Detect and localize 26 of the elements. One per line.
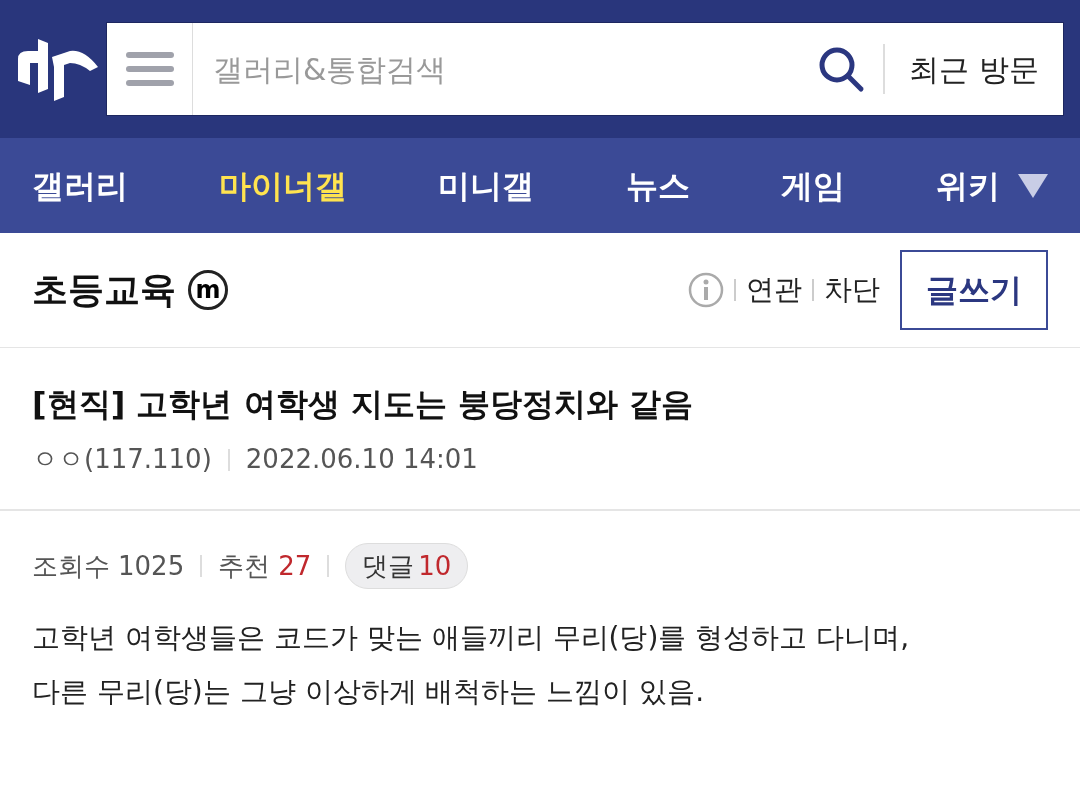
nav-tab[interactable]: 게임 — [780, 161, 845, 210]
nav-tab[interactable]: 위키 — [935, 161, 1000, 210]
stat-value: 27 — [278, 549, 312, 583]
gallery-link[interactable]: 차단 — [824, 269, 880, 311]
post-body-text: 고학년 여학생들은 코드가 맞는 애들끼리 무리(당)를 형성하고 다니며, 다른 무리(당)는 그냥 이상하게 배척하는 느낌이 있음. — [32, 620, 911, 710]
gallery-title: 초등교육 — [32, 268, 176, 312]
stat-label: 추천 — [218, 549, 271, 583]
comments-button[interactable]: 댓글 10 — [345, 543, 469, 589]
search-icon[interactable] — [817, 45, 866, 93]
gallery-link[interactable]: 연관 — [746, 269, 802, 311]
post-title: [현직] 고학년 여학생 지도는 붕당정치와 같음 — [32, 384, 694, 425]
menu-icon[interactable] — [125, 51, 174, 87]
author-name: ㅇㅇ(117.110) — [32, 443, 212, 476]
minor-gallery-badge: m — [188, 270, 228, 310]
recent-visits-button[interactable]: 최근 방문 — [885, 46, 1063, 92]
dropdown-triangle-icon[interactable] — [1017, 173, 1048, 198]
search-field[interactable]: 갤러리&통합검색 — [193, 23, 818, 115]
stat-label: 조회수 — [32, 549, 110, 583]
post-date: 2022.06.10 14:01 — [245, 443, 478, 476]
search-bar[interactable]: 갤러리&통합검색 최근 방문 — [106, 22, 1064, 116]
nav-tab[interactable]: 미니갤 — [438, 161, 535, 210]
nav-tab[interactable]: 뉴스 — [625, 161, 690, 210]
stat-value: 1025 — [118, 549, 185, 583]
nav-tab[interactable]: 갤러리 — [32, 161, 128, 210]
nav-tab[interactable]: 마이너갤 — [219, 161, 348, 210]
write-button[interactable]: 글쓰기 — [900, 250, 1048, 330]
